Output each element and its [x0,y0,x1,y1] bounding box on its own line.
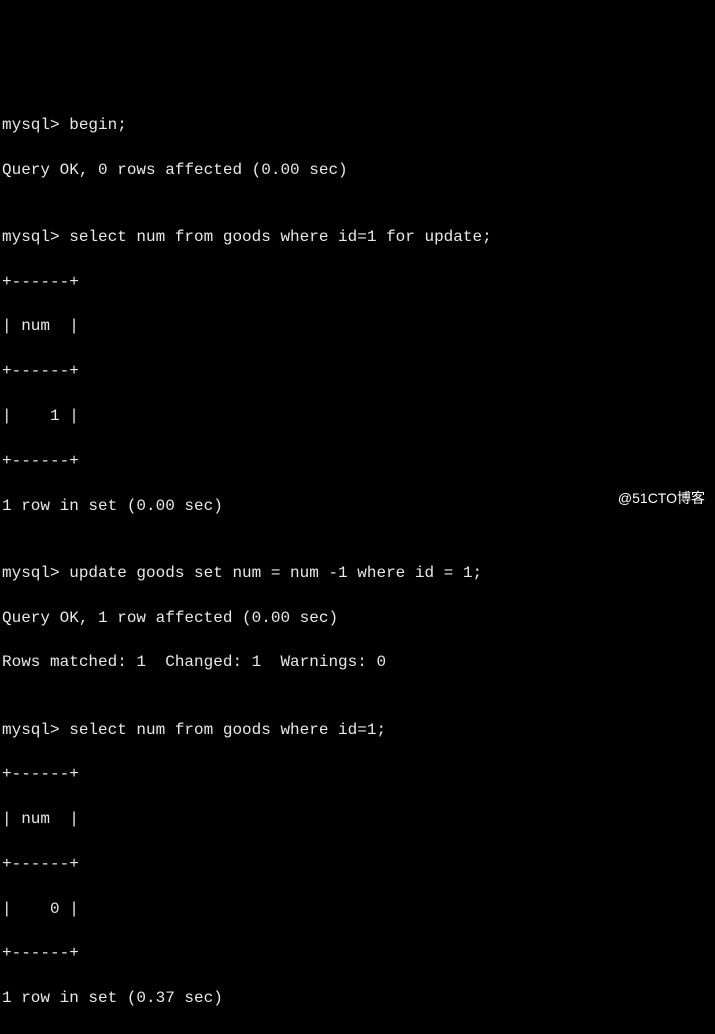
terminal-line: mysql> select num from goods where id=1 … [2,226,713,248]
terminal-line: mysql> select num from goods where id=1; [2,719,713,741]
terminal-line: | 1 | [2,405,713,427]
terminal-line: +------+ [2,942,713,964]
terminal-line: +------+ [2,853,713,875]
terminal-line: +------+ [2,763,713,785]
terminal-line: Rows matched: 1 Changed: 1 Warnings: 0 [2,651,713,673]
terminal-line: | num | [2,808,713,830]
terminal-line: | 0 | [2,898,713,920]
terminal-line: +------+ [2,360,713,382]
terminal-line: | num | [2,315,713,337]
watermark-text: @51CTO博客 [618,489,705,509]
terminal-line: 1 row in set (0.37 sec) [2,987,713,1009]
terminal-output[interactable]: mysql> begin; Query OK, 0 rows affected … [2,92,713,1034]
terminal-line: mysql> begin; [2,114,713,136]
terminal-line: +------+ [2,271,713,293]
terminal-line: Query OK, 1 row affected (0.00 sec) [2,607,713,629]
terminal-line: 1 row in set (0.00 sec) [2,495,713,517]
terminal-line: +------+ [2,450,713,472]
terminal-line: mysql> update goods set num = num -1 whe… [2,562,713,584]
terminal-line: Query OK, 0 rows affected (0.00 sec) [2,159,713,181]
